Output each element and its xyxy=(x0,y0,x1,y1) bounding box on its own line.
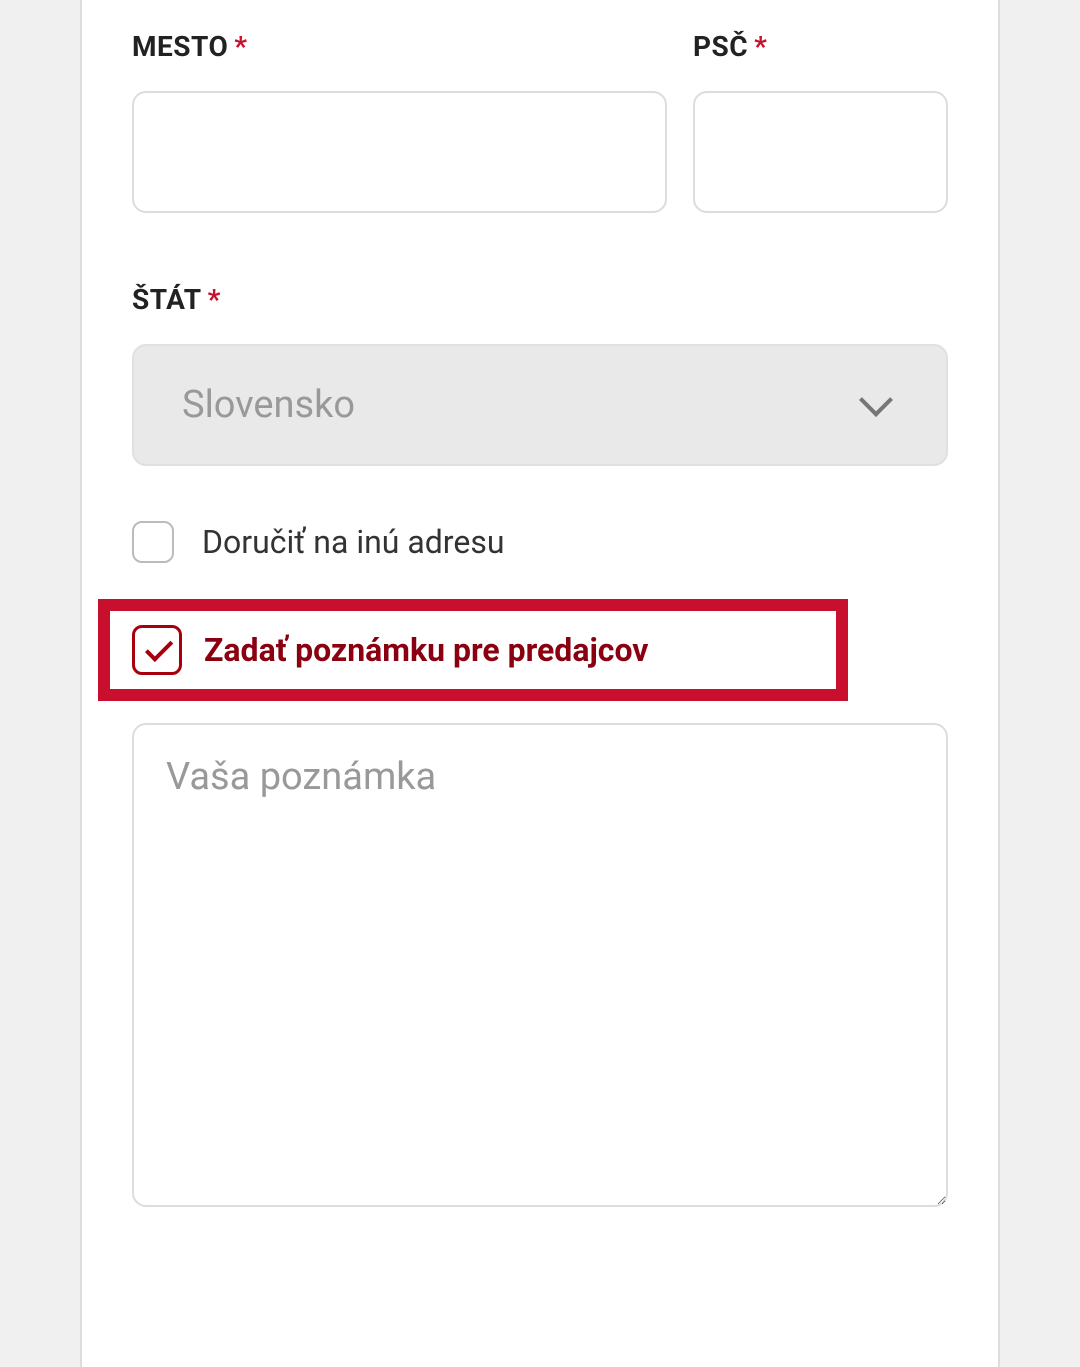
city-field-group: MESTO * xyxy=(132,30,667,213)
city-label-text: MESTO xyxy=(132,30,228,63)
different-address-checkbox[interactable] xyxy=(132,521,174,563)
city-label: MESTO * xyxy=(132,30,667,63)
zip-label: PSČ * xyxy=(693,30,948,63)
city-zip-row: MESTO * PSČ * xyxy=(132,30,948,213)
different-address-label[interactable]: Doručiť na inú adresu xyxy=(202,523,504,561)
seller-note-highlight: Zadať poznámku pre predajcov xyxy=(98,599,848,701)
city-input[interactable] xyxy=(132,91,667,213)
different-address-row: Doručiť na inú adresu xyxy=(132,521,948,563)
form-panel: MESTO * PSČ * ŠTÁT * Slovensko Doručiť n… xyxy=(80,0,1000,1367)
state-field-group: ŠTÁT * Slovensko xyxy=(132,283,948,466)
note-textarea[interactable] xyxy=(132,723,948,1207)
required-marker: * xyxy=(754,30,767,63)
required-marker: * xyxy=(234,30,247,63)
state-label-text: ŠTÁT xyxy=(132,283,202,316)
required-marker: * xyxy=(208,283,221,316)
zip-field-group: PSČ * xyxy=(693,30,948,213)
state-label: ŠTÁT * xyxy=(132,283,948,316)
state-selected-value: Slovensko xyxy=(182,383,864,427)
seller-note-checkbox[interactable] xyxy=(132,625,182,675)
chevron-down-icon xyxy=(859,383,893,417)
checkmark-icon xyxy=(145,634,173,662)
state-select[interactable]: Slovensko xyxy=(132,344,948,466)
zip-input[interactable] xyxy=(693,91,948,213)
zip-label-text: PSČ xyxy=(693,30,748,63)
seller-note-label[interactable]: Zadať poznámku pre predajcov xyxy=(204,631,648,669)
